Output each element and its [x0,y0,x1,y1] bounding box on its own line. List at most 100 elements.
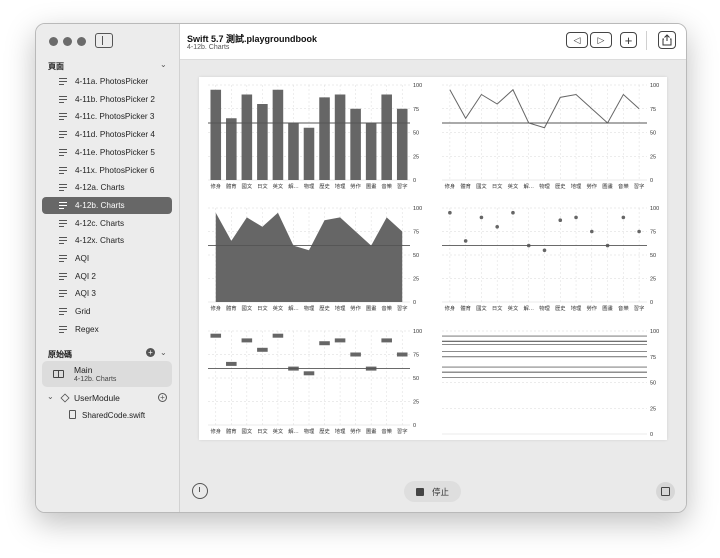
y-tick-label: 25 [413,277,419,283]
point-mark [637,229,641,234]
x-tick-label: 圖畫 [366,427,377,435]
charts-canvas: 0255075100修身 體育 國文 日文 英文 解... 物理 歷史 地理 勞作 圖畫 音樂 習字02… [208,83,659,438]
previous-page-button[interactable]: ◁ [566,32,588,48]
stop-button[interactable]: 停止 [404,481,461,502]
y-tick-label: 100 [650,206,659,212]
sidebar-page-item[interactable]: AQI 2 [42,268,172,285]
chevron-down-icon[interactable]: ⌄ [47,392,54,401]
sidebar-page-item[interactable]: 4-11x. PhotosPicker 6 [42,162,172,179]
user-module-item[interactable]: ⌄ UserModule + [42,390,172,407]
sidebar-page-item[interactable]: Regex [42,321,172,338]
sidebar-page-label: 4-12c. Charts [75,218,125,228]
sidebar-page-item[interactable]: 4-11d. PhotosPicker 4 [42,126,172,143]
pages-section-title: 頁面 [48,62,64,71]
sidebar-page-item[interactable]: AQI 3 [42,285,172,302]
sidebar-page-item[interactable]: 4-11c. PhotosPicker 3 [42,108,172,125]
sidebar-page-label: 4-11e. PhotosPicker 5 [75,147,155,157]
sidebar-page-item[interactable]: 4-11a. PhotosPicker [42,73,172,90]
chevron-down-icon[interactable]: ⌄ [160,348,167,357]
sidebar-page-label: 4-11d. PhotosPicker 4 [75,130,155,140]
clock-icon[interactable] [192,483,208,499]
rectangle-mark [381,338,392,343]
x-tick-label: 日文 [492,182,503,190]
y-tick-label: 50 [413,131,419,137]
page-subtitle: 4-12b. Charts [187,44,230,51]
bar-mark [303,127,315,180]
triangle-right-icon: ▷ [597,34,605,45]
x-tick-label: 歷史 [555,304,566,312]
add-source-icon[interactable]: + [146,348,155,357]
y-tick-label: 75 [413,107,419,113]
page-doc-icon [59,255,67,263]
add-button[interactable]: + [620,32,637,48]
x-tick-label: 地理 [571,182,582,190]
y-tick-label: 0 [650,300,653,306]
chevron-down-icon[interactable]: ⌄ [160,60,167,69]
x-tick-label: 國文 [476,304,487,312]
bar-mark [241,94,253,180]
y-tick-label: 0 [650,432,653,438]
live-view: 0 25 50 75 100 修身 體育 國文 日文 英文 解... 物理 歷史 地理 勞作 圖畫 音樂 習字 0 2… [199,77,667,440]
sidebar-page-item[interactable]: 4-11b. PhotosPicker 2 [42,91,172,108]
x-tick-label: 英文 [508,182,519,190]
rectangle-mark [303,371,315,376]
toolbar-divider [646,31,647,50]
page-doc-icon [59,272,67,281]
x-tick-label: 體育 [226,182,237,190]
sidebar-toggle-icon[interactable] [95,33,113,48]
point-mark [542,248,547,253]
y-tick-label: 75 [650,107,656,113]
bar-mark [288,123,299,180]
sidebar-page-item[interactable]: AQI [42,250,172,267]
y-tick-label: 50 [413,376,419,382]
x-tick-label: 日文 [492,304,503,312]
point-mark [479,215,484,220]
x-tick-label: 體育 [460,304,471,312]
x-tick-label: 修身 [210,304,221,312]
share-button[interactable] [658,31,676,49]
sidebar-page-item[interactable]: 4-12x. Charts [42,232,172,249]
add-module-file-icon[interactable]: + [158,393,167,402]
x-tick-label: 英文 [273,427,284,435]
point-mark [621,215,626,220]
rectangle-mark [257,347,268,352]
bar-mark [396,108,408,180]
x-tick-label: 國文 [242,182,253,190]
x-tick-label: 習字 [634,182,645,190]
x-tick-label: 修身 [445,304,456,312]
sidebar-page-item[interactable]: 4-11e. PhotosPicker 5 [42,144,172,161]
sidebar-page-item[interactable]: 4-12b. Charts [42,196,172,214]
x-tick-label: 音樂 [618,304,629,312]
main-item-subtitle: 4-12b. Charts [74,376,117,383]
x-tick-label: 圖畫 [366,304,377,312]
y-tick-label: 100 [413,329,422,335]
x-tick-label: 音樂 [381,304,392,312]
documentation-icon[interactable] [656,482,675,501]
x-tick-label: 地理 [571,304,582,312]
shared-code-item[interactable]: SharedCode.swift [42,407,172,424]
book-icon [53,370,64,378]
sidebar-page-label: Regex [75,324,99,334]
x-tick-label: 解... [288,182,299,190]
cube-icon [60,393,70,403]
x-tick-label: 歷史 [555,182,566,190]
rectangle-mark [210,333,222,338]
point-mark [511,210,515,215]
minimize-window-button[interactable] [63,37,72,46]
main-source-item[interactable]: Main 4-12b. Charts [42,361,172,387]
sidebar-page-item[interactable]: 4-12c. Charts [42,215,172,232]
close-window-button[interactable] [49,37,58,46]
x-tick-label: 日文 [257,427,268,435]
bar-mark [350,108,361,180]
triangle-left-icon: ◁ [573,34,581,45]
swift-file-icon [69,410,76,419]
x-tick-label: 英文 [273,182,284,190]
sidebar-page-item[interactable]: Grid [42,303,172,320]
y-tick-label: 25 [650,277,656,283]
bar-mark [365,123,377,180]
next-page-button[interactable]: ▷ [590,32,612,48]
sidebar-page-item[interactable]: 4-12a. Charts [42,179,172,196]
point-mark [463,239,468,243]
zoom-window-button[interactable] [77,37,86,46]
page-doc-icon [59,78,67,86]
